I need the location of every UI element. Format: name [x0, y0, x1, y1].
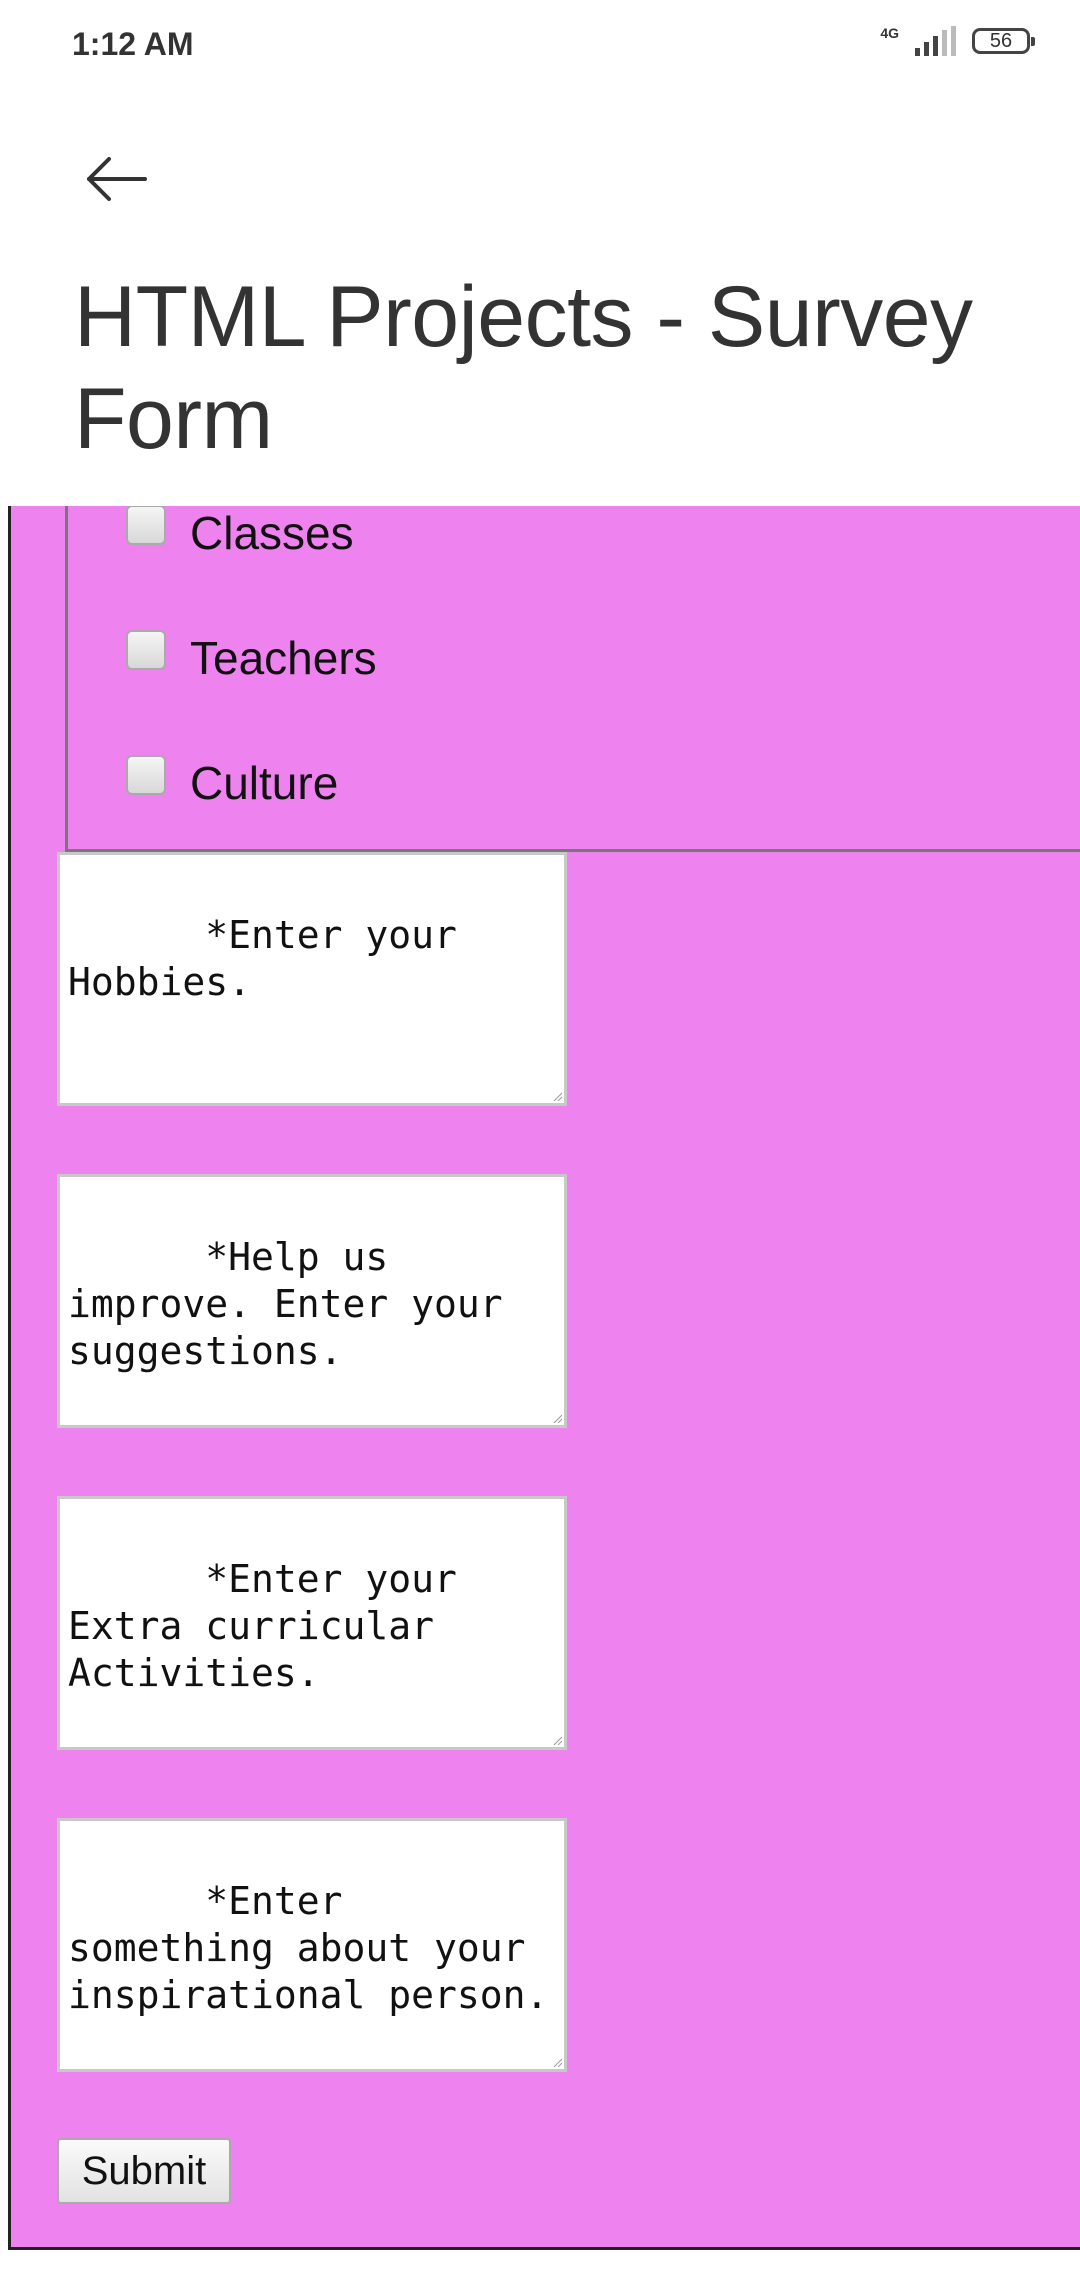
submit-button[interactable]: Submit — [57, 2138, 231, 2204]
checkbox-label: Teachers — [190, 632, 377, 684]
survey-form: Classes Teachers Culture *Enter your Hob… — [8, 506, 1080, 2250]
textarea-placeholder: *Enter your Extra curricular Activities. — [68, 1557, 480, 1695]
app-header: HTML Projects - Survey Form — [0, 96, 1080, 506]
inspirational-person-textarea[interactable]: *Enter something about your inspirationa… — [57, 1818, 567, 2072]
webview: Classes Teachers Culture *Enter your Hob… — [0, 506, 1080, 2280]
checkbox-teachers[interactable] — [126, 630, 166, 670]
checkbox-label: Culture — [190, 757, 339, 809]
suggestions-textarea[interactable]: *Help us improve. Enter your suggestions… — [57, 1174, 567, 1428]
back-button[interactable] — [72, 134, 162, 224]
status-bar: 1:12 AM 4G 56 — [0, 0, 1080, 96]
resize-grip-icon[interactable] — [552, 2057, 562, 2067]
battery-icon: 56 — [972, 28, 1035, 54]
page-title: HTML Projects - Survey Form — [74, 269, 973, 467]
resize-grip-icon[interactable] — [552, 1413, 562, 1423]
arrow-left-icon — [87, 157, 147, 201]
battery-level: 56 — [989, 29, 1013, 52]
textarea-placeholder: *Help us improve. Enter your suggestions… — [68, 1235, 526, 1373]
resize-grip-icon[interactable] — [552, 1091, 562, 1101]
network-type-label: 4G — [880, 25, 899, 41]
checkbox-culture[interactable] — [126, 755, 166, 795]
checkbox-classes[interactable] — [126, 506, 166, 545]
checkbox-row-culture[interactable]: Culture — [126, 755, 339, 810]
resize-grip-icon[interactable] — [552, 1735, 562, 1745]
signal-bars-icon — [915, 26, 956, 56]
extracurricular-textarea[interactable]: *Enter your Extra curricular Activities. — [57, 1496, 567, 1750]
hobbies-textarea[interactable]: *Enter your Hobbies. — [57, 852, 567, 1106]
textarea-placeholder: *Enter your Hobbies. — [68, 913, 480, 1004]
checkbox-row-teachers[interactable]: Teachers — [126, 630, 377, 685]
textarea-placeholder: *Enter something about your inspirationa… — [68, 1879, 549, 2017]
checkbox-fieldset: Classes Teachers Culture — [65, 506, 1080, 852]
checkbox-row-classes[interactable]: Classes — [126, 506, 354, 560]
checkbox-label: Classes — [190, 507, 354, 559]
status-time: 1:12 AM — [72, 26, 194, 62]
status-icons: 4G 56 — [880, 25, 1035, 56]
